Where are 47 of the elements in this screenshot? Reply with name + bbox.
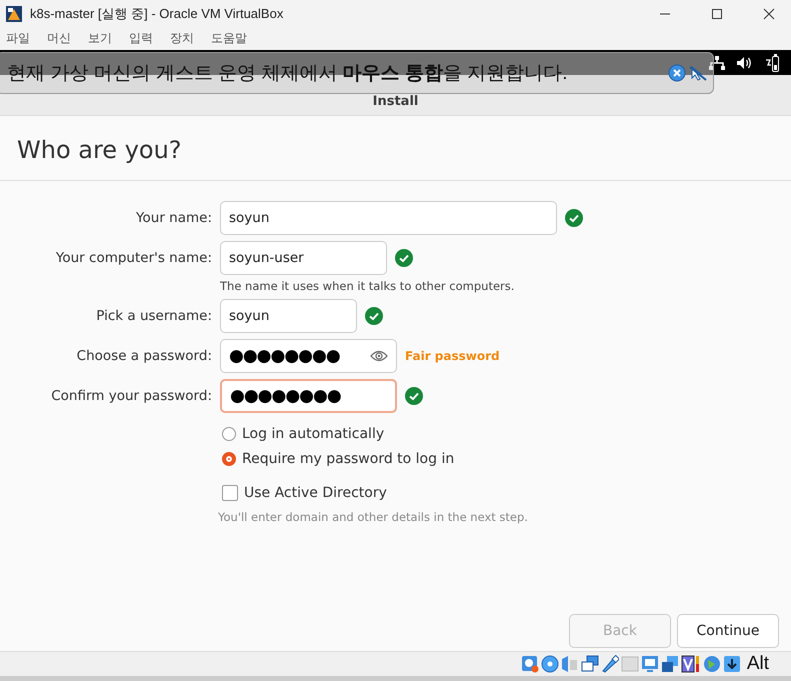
installer-title: Install [372, 94, 418, 109]
usb-icon[interactable] [600, 655, 619, 673]
input-field[interactable]: soyun-user [220, 241, 387, 275]
input-field[interactable]: ●●●●●●●● [220, 379, 397, 413]
field-label: Confirm your password: [50, 387, 212, 406]
volume-icon [737, 56, 753, 70]
speaker-icon[interactable] [560, 655, 579, 673]
display-icon[interactable] [640, 655, 659, 673]
option-hint: You'll enter domain and other details in the next step. [218, 510, 529, 524]
windows-icon[interactable] [660, 655, 679, 673]
close-icon[interactable] [763, 8, 775, 20]
checkbox-label[interactable]: Use Active Directory [244, 484, 387, 500]
field-hint: The name it uses when it talks to other computers. [220, 279, 516, 293]
menu-item[interactable]: 입력 [129, 30, 153, 47]
network-icon [709, 56, 725, 70]
radio-label[interactable]: Log in automatically [242, 426, 384, 442]
password-field[interactable]: ●●●●●●●● [220, 339, 397, 373]
radio-button[interactable] [222, 426, 236, 440]
field-label: Your computer's name: [54, 249, 212, 268]
network-icon[interactable] [580, 655, 599, 673]
menu-item[interactable]: 도움말 [211, 30, 247, 47]
menu-item[interactable]: 장치 [170, 30, 194, 47]
close-icon[interactable] [668, 64, 686, 82]
field-label: Your name: [135, 209, 212, 228]
field-label: Pick a username: [95, 307, 212, 326]
radio-button[interactable] [222, 452, 236, 466]
maximize-icon[interactable] [711, 8, 723, 20]
radio-label[interactable]: Require my password to log in [242, 450, 454, 466]
recording-icon[interactable] [680, 655, 701, 673]
checkbox[interactable] [222, 484, 238, 500]
disc-icon[interactable] [540, 655, 559, 673]
password-strength: Fair password [405, 349, 500, 363]
host-key-label: Alt [746, 653, 769, 675]
eye-icon[interactable] [370, 350, 388, 362]
battery-icon [765, 54, 779, 72]
field-label: Choose a password: [76, 347, 212, 366]
menu-item[interactable]: 보기 [88, 30, 112, 47]
download-icon[interactable] [722, 655, 741, 673]
continue-button[interactable]: Continue [677, 614, 779, 648]
input-field[interactable]: soyun [220, 299, 357, 333]
app-icon [6, 6, 22, 22]
mouse-icon [689, 64, 707, 82]
input-field[interactable]: soyun [220, 201, 557, 235]
menu-item[interactable]: 머신 [47, 30, 71, 47]
window-title: k8s-master [실행 중] - Oracle VM VirtualBox [30, 4, 284, 22]
page-heading: Who are you? [17, 136, 183, 164]
menu-item[interactable]: 파일 [6, 30, 30, 47]
